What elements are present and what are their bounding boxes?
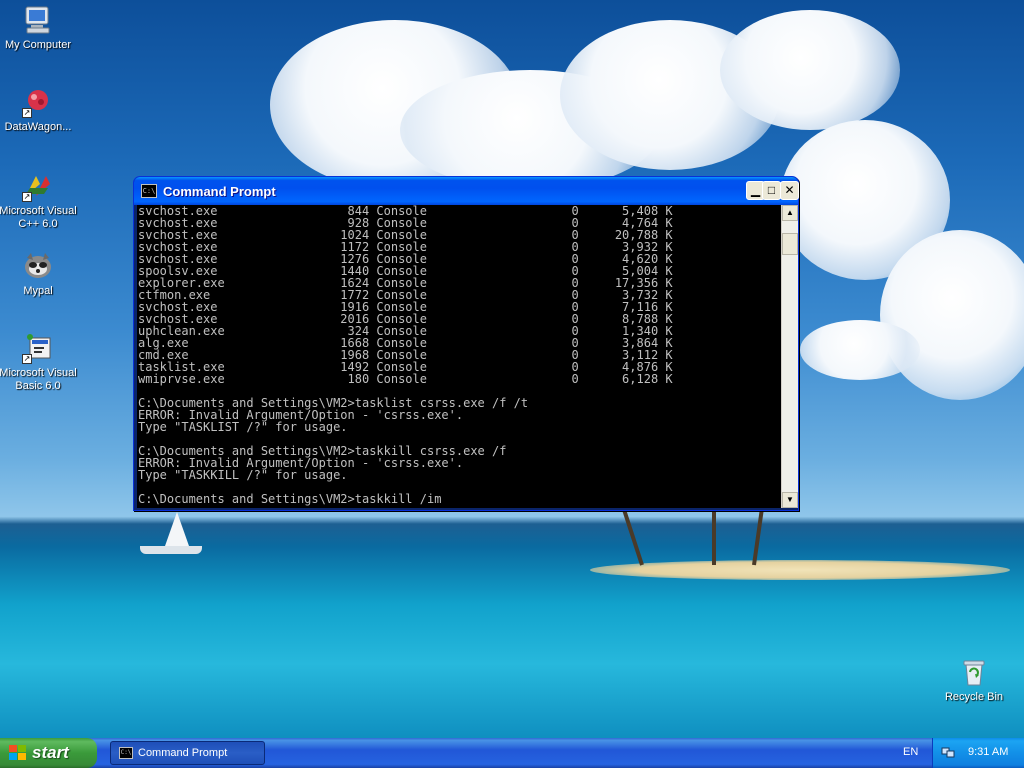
cmd-icon: C:\ — [119, 747, 133, 759]
taskbar-button-label: Command Prompt — [138, 747, 228, 759]
taskbar: start C:\ Command Prompt EN 9:31 AM — [0, 738, 1024, 768]
desktop-icon-my-computer[interactable]: My Computer — [0, 4, 78, 52]
scroll-down-button[interactable]: ▼ — [782, 492, 798, 508]
scroll-up-button[interactable]: ▲ — [782, 205, 798, 221]
scrollbar-thumb[interactable] — [782, 233, 798, 255]
desktop-icon-visual-cpp[interactable]: ↗ Microsoft Visual C++ 6.0 — [0, 170, 78, 231]
desktop-icon-visual-basic[interactable]: ↗ Microsoft Visual Basic 6.0 — [0, 332, 78, 393]
visual-cpp-icon: ↗ — [22, 170, 54, 202]
desktop-icon-datawagon[interactable]: ↗ DataWagon... — [0, 86, 78, 134]
desktop-icon-label: Microsoft Visual C++ 6.0 — [0, 205, 77, 230]
window-titlebar[interactable]: C:\ Command Prompt ▁ □ ✕ — [134, 177, 799, 205]
shortcut-arrow-icon: ↗ — [22, 192, 32, 202]
desktop-icon-label: Microsoft Visual Basic 6.0 — [0, 367, 77, 392]
network-icon[interactable] — [941, 745, 955, 759]
console-line: Type "TASKLIST /?" for usage. — [138, 420, 348, 434]
desktop-icon-mypal[interactable]: Mypal — [0, 250, 78, 298]
wallpaper-cloud — [720, 10, 900, 130]
desktop-icon-label: Recycle Bin — [944, 691, 1004, 703]
visual-basic-icon: ↗ — [22, 332, 54, 364]
window-title: Command Prompt — [163, 184, 276, 199]
console-output[interactable]: svchost.exe 844 Console 0 5,408 Ksvchost… — [137, 205, 781, 508]
cmd-icon: C:\ — [141, 184, 157, 198]
start-label: start — [32, 743, 69, 762]
minimize-icon: ▁ — [750, 183, 761, 197]
clock[interactable]: 9:31 AM — [968, 746, 1008, 758]
console-line: wmiprvse.exe 180 Console 0 6,128 K — [138, 372, 673, 386]
wallpaper-boat — [140, 546, 202, 554]
console-line: Type "TASKKILL /?" for usage. — [138, 468, 348, 482]
maximize-icon: □ — [767, 183, 776, 197]
shortcut-arrow-icon: ↗ — [22, 354, 32, 364]
desktop-icon-label: My Computer — [4, 39, 72, 51]
arrow-down-icon: ▼ — [786, 495, 794, 504]
maximize-button[interactable]: □ — [762, 181, 781, 200]
desktop-icon-label: Mypal — [23, 285, 53, 297]
start-button[interactable]: start — [0, 738, 97, 768]
computer-icon — [22, 4, 54, 36]
wallpaper-cloud — [800, 320, 920, 380]
desktop-icon-label: DataWagon... — [4, 121, 72, 133]
desktop-icon-recycle-bin[interactable]: Recycle Bin — [934, 656, 1014, 704]
datawagon-icon: ↗ — [22, 86, 54, 118]
command-prompt-window[interactable]: C:\ Command Prompt ▁ □ ✕ svchost.exe 844… — [133, 176, 799, 511]
shortcut-arrow-icon: ↗ — [22, 108, 32, 118]
console-line: C:\Documents and Settings\VM2>taskkill /… — [138, 492, 442, 506]
recycle-bin-icon — [958, 656, 990, 688]
wallpaper-island — [590, 560, 1010, 580]
wallpaper-palm — [621, 507, 644, 566]
wallpaper-sail — [165, 512, 189, 546]
mypal-raccoon-icon — [22, 250, 54, 282]
vertical-scrollbar[interactable]: ▲ ▼ — [781, 205, 798, 508]
taskbar-button-command-prompt[interactable]: C:\ Command Prompt — [110, 741, 265, 765]
close-icon: ✕ — [784, 183, 795, 197]
arrow-up-icon: ▲ — [786, 208, 794, 217]
language-indicator[interactable]: EN — [903, 746, 918, 758]
wallpaper-cloud — [880, 230, 1024, 400]
system-tray: 9:31 AM — [932, 738, 1024, 768]
close-button[interactable]: ✕ — [780, 181, 799, 200]
windows-flag-icon — [9, 745, 27, 761]
